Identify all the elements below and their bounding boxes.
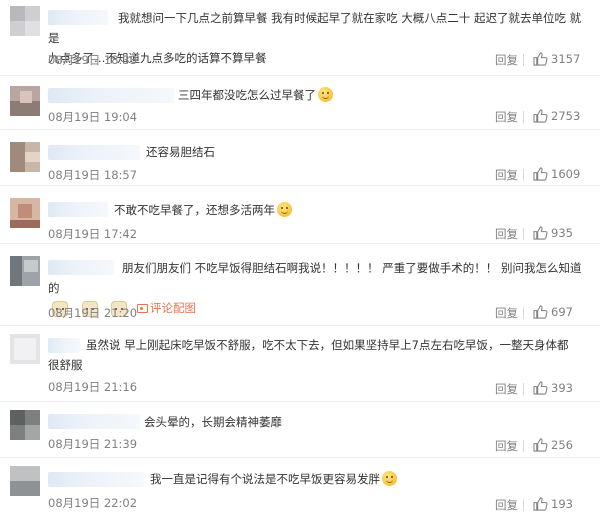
like-button[interactable]: 256 xyxy=(533,438,573,452)
like-button[interactable]: 1609 xyxy=(533,167,580,181)
thumbs-up-icon xyxy=(533,167,548,181)
smile-emoji-icon xyxy=(318,87,333,102)
avatar[interactable] xyxy=(10,6,40,36)
divider xyxy=(523,54,524,66)
comment-item: 我一直是记得有个说法是不吃早饭更容易发胖 08月19日 22:02 回复 193 xyxy=(0,458,600,517)
avatar[interactable] xyxy=(10,334,40,364)
like-button[interactable]: 935 xyxy=(533,226,573,240)
like-count: 193 xyxy=(551,497,573,511)
like-button[interactable]: 3157 xyxy=(533,52,580,66)
comment-time: 08月19日 21:16 xyxy=(48,380,138,394)
divider xyxy=(523,111,524,123)
like-count: 256 xyxy=(551,438,573,452)
divider xyxy=(523,499,524,511)
avatar[interactable] xyxy=(10,410,40,440)
comment-text: 还容易胆结石 xyxy=(146,145,215,159)
reply-button[interactable]: 回复 xyxy=(495,52,518,68)
comment-time: 08月19日 19:04 xyxy=(48,110,138,124)
reply-button[interactable]: 回复 xyxy=(495,109,518,125)
like-count: 2753 xyxy=(551,109,581,123)
comment-item: 虽然说 早上刚起床吃早饭不舒服，吃不太下去，但如果坚持早上7点左右吃早饭，一整天… xyxy=(0,326,600,402)
comment-item: 不敢不吃早餐了，还想多活两年 08月19日 17:42 回复 935 xyxy=(0,186,600,244)
avatar[interactable] xyxy=(10,198,40,228)
comment-time: 08月19日 18:33 xyxy=(48,53,138,67)
thumbs-up-icon xyxy=(533,438,548,452)
avatar[interactable] xyxy=(10,86,40,116)
divider xyxy=(523,169,524,181)
thumbs-up-icon xyxy=(533,109,548,123)
reply-button[interactable]: 回复 xyxy=(495,167,518,183)
comment-picture-link[interactable]: 评论配图 xyxy=(150,301,196,315)
comment-text: 三四年都没吃怎么过早餐了 xyxy=(48,85,588,105)
comment-item: 三四年都没吃怎么过早餐了 08月19日 19:04 回复 2753 xyxy=(0,76,600,130)
comment-time: 08月19日 18:57 xyxy=(48,168,138,182)
like-count: 1609 xyxy=(551,167,581,181)
reply-button[interactable]: 回复 xyxy=(495,305,518,321)
reply-button[interactable]: 回复 xyxy=(495,226,518,242)
reply-button[interactable]: 回复 xyxy=(495,438,518,454)
comment-text: 我一直是记得有个说法是不吃早饭更容易发胖 xyxy=(48,469,588,489)
comment-time: 08月19日 17:42 xyxy=(48,227,138,241)
comment-time: 08月19日 21:39 xyxy=(48,437,138,451)
like-count: 393 xyxy=(551,381,573,395)
comment-text: 虽然说 早上刚起床吃早饭不舒服，吃不太下去，但如果坚持早上7点左右吃早饭，一整天… xyxy=(48,338,569,372)
comment-text: 会头晕的，长期会精神萎靡 xyxy=(144,415,282,429)
reply-button[interactable]: 回复 xyxy=(495,497,518,513)
comment-time: 08月19日 22:02 xyxy=(48,496,138,510)
thumbs-up-icon xyxy=(533,226,548,240)
divider xyxy=(523,307,524,319)
thumbs-up-icon xyxy=(533,497,548,511)
thumbs-up-icon xyxy=(533,381,548,395)
avatar[interactable] xyxy=(10,256,40,286)
like-button[interactable]: 697 xyxy=(533,305,573,319)
like-count: 3157 xyxy=(551,52,581,66)
reply-button[interactable]: 回复 xyxy=(495,381,518,397)
like-button[interactable]: 2753 xyxy=(533,109,580,123)
like-count: 697 xyxy=(551,305,573,319)
comment-item: 会头晕的，长期会精神萎靡 08月19日 21:39 回复 256 xyxy=(0,402,600,458)
divider xyxy=(523,228,524,240)
like-button[interactable]: 193 xyxy=(533,497,573,511)
avatar[interactable] xyxy=(10,466,40,496)
comment-text: 不敢不吃早餐了，还想多活两年 xyxy=(48,200,588,220)
avatar[interactable] xyxy=(10,142,40,172)
thumbs-up-icon xyxy=(533,305,548,319)
picture-icon xyxy=(136,304,148,313)
comment-item: 朋友们朋友们 不吃早饭得胆结石啊我说！！！！！ 严重了要做手术的！！ 别问我怎么… xyxy=(0,244,600,326)
divider xyxy=(523,440,524,452)
divider xyxy=(523,383,524,395)
smile-emoji-icon xyxy=(277,202,292,217)
comment-item: 我就想问一下几点之前算早餐 我有时候起早了就在家吃 大概八点二十 起迟了就去单位… xyxy=(0,0,600,76)
like-button[interactable]: 393 xyxy=(533,381,573,395)
thumbs-up-icon xyxy=(533,52,548,66)
like-count: 935 xyxy=(551,226,573,240)
comment-item: 还容易胆结石 08月19日 18:57 回复 1609 xyxy=(0,130,600,186)
comment-time: 08月19日 21:20 xyxy=(48,306,138,320)
smile-emoji-icon xyxy=(382,471,397,486)
